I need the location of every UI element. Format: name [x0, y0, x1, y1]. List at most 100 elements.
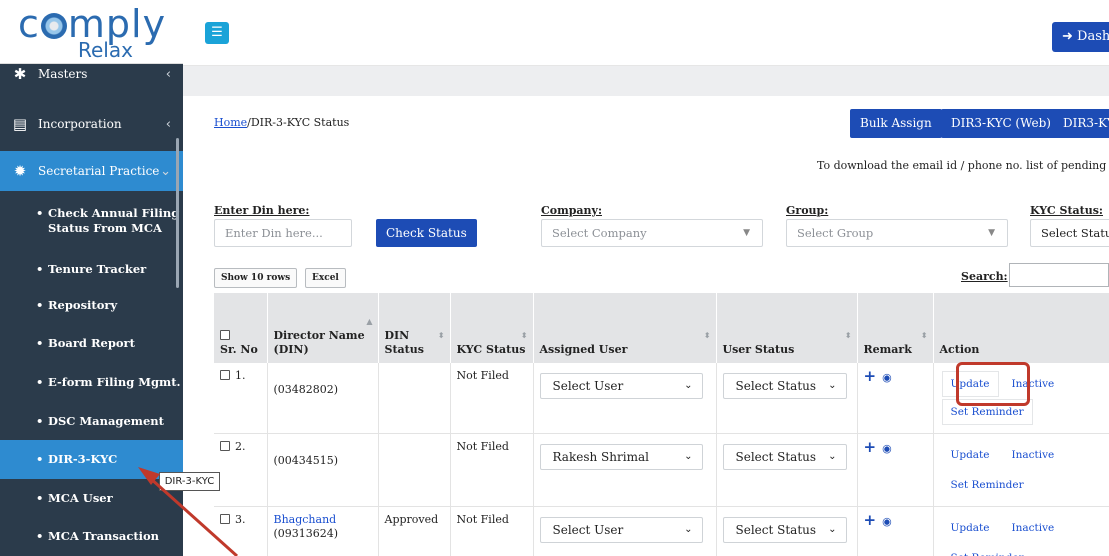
chevron-down-icon: ⌄ [684, 380, 693, 391]
row-checkbox[interactable] [220, 514, 230, 524]
sidebar-item-secretarial-practice[interactable]: ✹ Secretarial Practice ⌄ [0, 151, 183, 191]
director-name-link[interactable]: Bhagchand [274, 513, 337, 526]
sidebar-subitem-annual-filing[interactable]: Check Annual Filing Status From MCA [0, 206, 183, 236]
cell-remark: + ◉ [857, 363, 934, 434]
cell-director: (00434515) [267, 433, 379, 507]
chevron-down-icon: ⌄ [828, 451, 837, 462]
logo[interactable]: c mply Relax [0, 0, 183, 64]
director-din: (03482802) [273, 383, 339, 396]
show-rows-button[interactable]: Show 10 rows [214, 268, 298, 288]
bulk-assign-button[interactable]: Bulk Assign [850, 109, 942, 138]
header-director[interactable]: Director Name (DIN) ▲ [267, 293, 379, 363]
view-remark-icon[interactable]: ◉ [882, 442, 892, 455]
header-srno[interactable]: Sr. No [214, 293, 268, 363]
sidebar-subitem-tenure-tracker[interactable]: Tenure Tracker [0, 262, 183, 277]
group-select[interactable]: Select Group ▼ [786, 219, 1008, 247]
kyc-table: Sr. No Director Name (DIN) ▲ DIN Status ⬍ … [214, 293, 1109, 556]
table-row: 3. Bhagchand (09313624) Approved Not File… [214, 506, 1109, 556]
sidebar-subitem-dir3-kyc[interactable]: DIR-3-KYC [0, 440, 183, 479]
content-header-strip [183, 66, 1109, 96]
set-reminder-button[interactable]: Set Reminder [941, 472, 1033, 498]
add-remark-icon[interactable]: + [864, 511, 877, 529]
sidebar-item-masters[interactable]: ✱ Masters ‹ [0, 64, 183, 84]
excel-button[interactable]: Excel [305, 268, 346, 288]
top-bar: ☰ ➜ Dash [183, 0, 1109, 66]
inactive-button[interactable]: Inactive [1002, 442, 1064, 468]
header-user-status[interactable]: User Status ⬍ [716, 293, 858, 363]
view-remark-icon[interactable]: ◉ [882, 371, 892, 384]
add-remark-icon[interactable]: + [864, 438, 877, 456]
dir3-kyc-other-button[interactable]: DIR3-KY [1053, 109, 1109, 138]
search-input[interactable] [1009, 263, 1109, 287]
assigned-user-select[interactable]: Select User ⌄ [539, 373, 703, 399]
sidebar-subitem-board-report[interactable]: Board Report [0, 336, 183, 351]
user-status-value: Select Status [735, 450, 817, 464]
view-remark-icon[interactable]: ◉ [882, 515, 892, 528]
chevron-left-icon: ‹ [165, 66, 171, 82]
assigned-user-select[interactable]: Select User ⌄ [539, 517, 703, 543]
update-button[interactable]: Update [941, 515, 999, 541]
company-select[interactable]: Select Company ▼ [541, 219, 763, 247]
breadcrumb-home-link[interactable]: Home [214, 116, 247, 129]
row-checkbox[interactable] [220, 370, 230, 380]
caret-down-icon: ▼ [743, 228, 750, 238]
user-status-select[interactable]: Select Status ⌄ [722, 373, 847, 399]
kyc-status-select[interactable]: Select Status [1030, 219, 1109, 247]
header-assigned-user[interactable]: Assigned User ⬍ [533, 293, 717, 363]
kyc-status-label: KYC Status: [1030, 204, 1103, 217]
inactive-button[interactable]: Inactive [1002, 515, 1064, 541]
sidebar-subitem-eform-filing[interactable]: E-form Filing Mgmt. [0, 375, 183, 390]
select-all-checkbox[interactable] [220, 330, 230, 340]
din-input[interactable]: Enter Din here... [214, 219, 352, 247]
dashboard-label: Dash [1077, 29, 1109, 44]
logo-o-icon [40, 13, 67, 39]
row-sr: 3. [235, 513, 246, 526]
cell-srno: 2. [214, 433, 268, 507]
check-status-button[interactable]: Check Status [376, 219, 477, 247]
header-din-status[interactable]: DIN Status ⬍ [378, 293, 451, 363]
sidebar-subitem-dsc-management[interactable]: DSC Management [0, 414, 183, 429]
row-checkbox[interactable] [220, 441, 230, 451]
assigned-user-select[interactable]: Rakesh Shrimal ⌄ [539, 444, 703, 470]
header-remark[interactable]: Remark ⬍ [857, 293, 934, 363]
din-label: Enter Din here: [214, 204, 310, 217]
logo-subtitle: Relax [78, 38, 133, 62]
header-kyc-status[interactable]: KYC Status ⬍ [450, 293, 534, 363]
header-action-label: Action [939, 343, 980, 356]
cell-user-status: Select Status ⌄ [716, 506, 858, 556]
sidebar-item-incorporation[interactable]: ▤ Incorporation ‹ [0, 104, 183, 144]
header-director-label: Director Name (DIN) [273, 329, 365, 356]
download-note: To download the email id / phone no. lis… [817, 159, 1109, 172]
sidebar-scrollbar[interactable] [176, 138, 179, 288]
director-din: (00434515) [273, 454, 339, 467]
document-icon: ▤ [12, 115, 28, 133]
dir3-kyc-web-button[interactable]: DIR3-KYC (Web) [941, 109, 1061, 138]
cell-action: UpdateInactive Set Reminder [933, 433, 1109, 507]
logo-text-start: c [18, 2, 40, 46]
user-status-select[interactable]: Select Status ⌄ [722, 517, 847, 543]
dashboard-button[interactable]: ➜ Dash [1052, 22, 1109, 52]
set-reminder-button[interactable]: Set Reminder [941, 545, 1033, 556]
table-row: 2. (00434515) Not Filed Rakesh Shrimal ⌄ … [214, 433, 1109, 507]
user-status-select[interactable]: Select Status ⌄ [722, 444, 847, 470]
add-remark-icon[interactable]: + [864, 367, 877, 385]
sidebar-subitem-repository[interactable]: Repository [0, 298, 183, 313]
cell-srno: 3. [214, 506, 268, 556]
cell-srno: 1. [214, 363, 268, 434]
director-din: (09313624) [273, 527, 339, 540]
sort-icon: ⬍ [703, 331, 711, 340]
cell-director: Bhagchand (09313624) [267, 506, 379, 556]
cell-remark: + ◉ [857, 433, 934, 507]
group-select-value: Select Group [797, 226, 874, 240]
main-content: Home/DIR-3-KYC Status Bulk Assign DIR3-K… [198, 96, 1109, 556]
sidebar-subitem-mca-user[interactable]: MCA User [0, 491, 183, 506]
menu-toggle-button[interactable]: ☰ [205, 22, 229, 44]
update-button[interactable]: Update [941, 442, 999, 468]
breadcrumb-current: /DIR-3-KYC Status [247, 116, 350, 129]
cell-remark: + ◉ [857, 506, 934, 556]
gear-icon: ✹ [13, 162, 27, 180]
sort-icon: ⬍ [844, 331, 852, 340]
assigned-user-value: Rakesh Shrimal [552, 450, 649, 464]
sidebar-subitem-mca-transaction[interactable]: MCA Transaction [0, 529, 183, 544]
chevron-down-icon: ⌄ [828, 524, 837, 535]
